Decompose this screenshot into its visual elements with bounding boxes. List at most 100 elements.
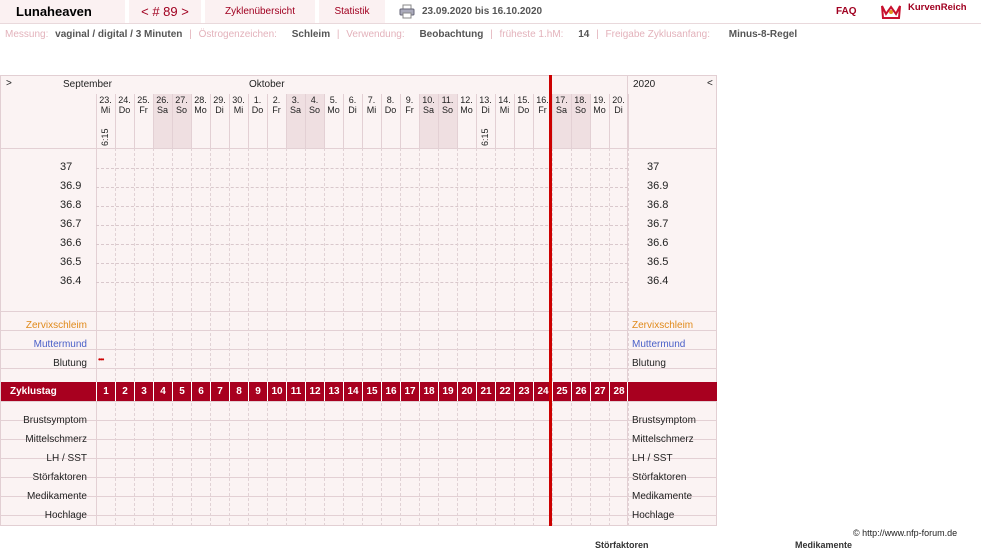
cycle-day-number[interactable]: 16 — [381, 382, 400, 401]
day-date: 14. — [498, 95, 511, 105]
freigabe-value: Minus-8-Regel — [728, 29, 798, 40]
cycle-day-number[interactable]: 27 — [590, 382, 609, 401]
day-date: 26. — [156, 95, 169, 105]
cycle-day-number[interactable]: 4 — [153, 382, 172, 401]
day-header: 28. Mo — [191, 95, 210, 115]
cycle-day-number[interactable]: 9 — [248, 382, 267, 401]
temp-label-right: 36.7 — [647, 218, 669, 230]
nav-prev-icon[interactable]: > — [6, 78, 12, 89]
cycle-day-number[interactable]: 17 — [400, 382, 419, 401]
day-weekday: Sa — [289, 105, 301, 115]
cycle-day-number[interactable]: 8 — [229, 382, 248, 401]
day-weekday: Fr — [272, 105, 281, 115]
oestrogen-value: Schleim — [291, 29, 331, 40]
cycle-day-number[interactable]: 25 — [552, 382, 571, 401]
cycle-day-number[interactable]: 5 — [172, 382, 191, 401]
day-gridline — [495, 148, 496, 526]
messung-value: vaginal / digital / 3 Minuten — [55, 29, 183, 40]
day-weekday: Sa — [555, 105, 567, 115]
cycle-day-number[interactable]: 23 — [514, 382, 533, 401]
day-header: 25. Fr — [134, 95, 153, 115]
temp-label-left: 36.8 — [60, 199, 82, 211]
today-marker-line — [549, 75, 552, 526]
day-weekday: Mo — [194, 105, 207, 115]
cycle-day-number[interactable]: 28 — [609, 382, 628, 401]
day-date: 6. — [348, 95, 357, 105]
obs-label-left: Blutung — [53, 358, 87, 369]
day-weekday: Sa — [422, 105, 434, 115]
day-gridline — [153, 148, 154, 526]
bottom-row-label-left: Hochlage — [44, 510, 87, 521]
day-gridline — [286, 148, 287, 526]
obs-label-left: Muttermund — [33, 339, 87, 350]
day-date: 3. — [291, 95, 300, 105]
printer-icon[interactable] — [399, 4, 415, 19]
day-gridline — [419, 148, 420, 526]
cycle-day-right-cell — [627, 382, 717, 401]
freigabe-label: Freigabe Zyklusanfang: — [605, 29, 711, 40]
cycle-day-number[interactable]: 7 — [210, 382, 229, 401]
verwendung-label: Verwendung: — [346, 29, 405, 40]
cycle-day-number[interactable]: 15 — [362, 382, 381, 401]
day-header: 14. Mi — [495, 95, 514, 115]
cycle-day-number[interactable]: 6 — [191, 382, 210, 401]
day-weekday: Do — [251, 105, 264, 115]
cut-off-label: Störfaktoren — [595, 540, 649, 550]
cycle-day-number[interactable]: 11 — [286, 382, 305, 401]
day-weekday: So — [441, 105, 453, 115]
day-gridline — [210, 148, 211, 526]
day-gridline — [476, 148, 477, 526]
temp-label-left: 36.4 — [60, 275, 82, 287]
cycle-day-number[interactable]: 10 — [267, 382, 286, 401]
cycle-day-number[interactable]: 13 — [324, 382, 343, 401]
measure-time: 6:15 — [100, 128, 110, 146]
day-weekday: So — [574, 105, 586, 115]
day-date: 15. — [517, 95, 530, 105]
brand-link[interactable]: KurvenReich — [908, 0, 967, 19]
day-date: 2. — [272, 95, 281, 105]
cycle-day-number[interactable]: 1 — [96, 382, 115, 401]
day-gridline — [533, 148, 534, 526]
tab-cycle-overview[interactable]: Zyklenübersicht — [205, 0, 315, 23]
cycle-day-number[interactable]: 26 — [571, 382, 590, 401]
day-gridline — [457, 148, 458, 526]
cycle-day-number[interactable]: 20 — [457, 382, 476, 401]
day-weekday: Mo — [460, 105, 473, 115]
tab-statistics[interactable]: Statistik — [319, 0, 385, 23]
day-weekday: Di — [481, 105, 490, 115]
day-date: 29. — [213, 95, 226, 105]
cycle-day-number[interactable]: 3 — [134, 382, 153, 401]
day-weekday: Fr — [139, 105, 148, 115]
temp-label-right: 36.4 — [647, 275, 669, 287]
day-header: 18. So — [571, 95, 590, 115]
day-date: 27. — [175, 95, 188, 105]
month-label-september: September — [63, 79, 112, 90]
day-weekday: Mo — [593, 105, 606, 115]
day-weekday: Do — [118, 105, 131, 115]
oestrogen-label: Östrogenzeichen: — [198, 29, 277, 40]
crown-logo-icon[interactable] — [880, 2, 902, 20]
day-date: 10. — [422, 95, 435, 105]
cycle-day-number[interactable]: 22 — [495, 382, 514, 401]
cycle-navigator[interactable]: < # 89 > — [129, 0, 201, 23]
month-label-october: Oktober — [249, 79, 285, 90]
cycle-day-number[interactable]: 18 — [419, 382, 438, 401]
cycle-day-number[interactable]: 12 — [305, 382, 324, 401]
day-date: 12. — [460, 95, 473, 105]
bottom-row-label-right: Störfaktoren — [632, 472, 687, 483]
day-header: 19. Mo — [590, 95, 609, 115]
cycle-day-number[interactable]: 2 — [115, 382, 134, 401]
cycle-day-number[interactable]: 19 — [438, 382, 457, 401]
obs-label-right: Blutung — [632, 358, 666, 369]
cycle-day-number[interactable]: 21 — [476, 382, 495, 401]
bleeding-marker[interactable]: ••• — [98, 355, 104, 364]
day-date: 11. — [441, 95, 454, 105]
nav-next-icon[interactable]: < — [707, 78, 713, 89]
day-header: 5. Mo — [324, 95, 343, 115]
top-bar: Lunaheaven < # 89 > Zyklenübersicht Stat… — [0, 0, 981, 24]
day-gridline — [248, 148, 249, 526]
cycle-day-number[interactable]: 14 — [343, 382, 362, 401]
faq-link[interactable]: FAQ — [836, 0, 857, 23]
temp-label-right: 36.8 — [647, 199, 669, 211]
day-weekday: Sa — [156, 105, 168, 115]
